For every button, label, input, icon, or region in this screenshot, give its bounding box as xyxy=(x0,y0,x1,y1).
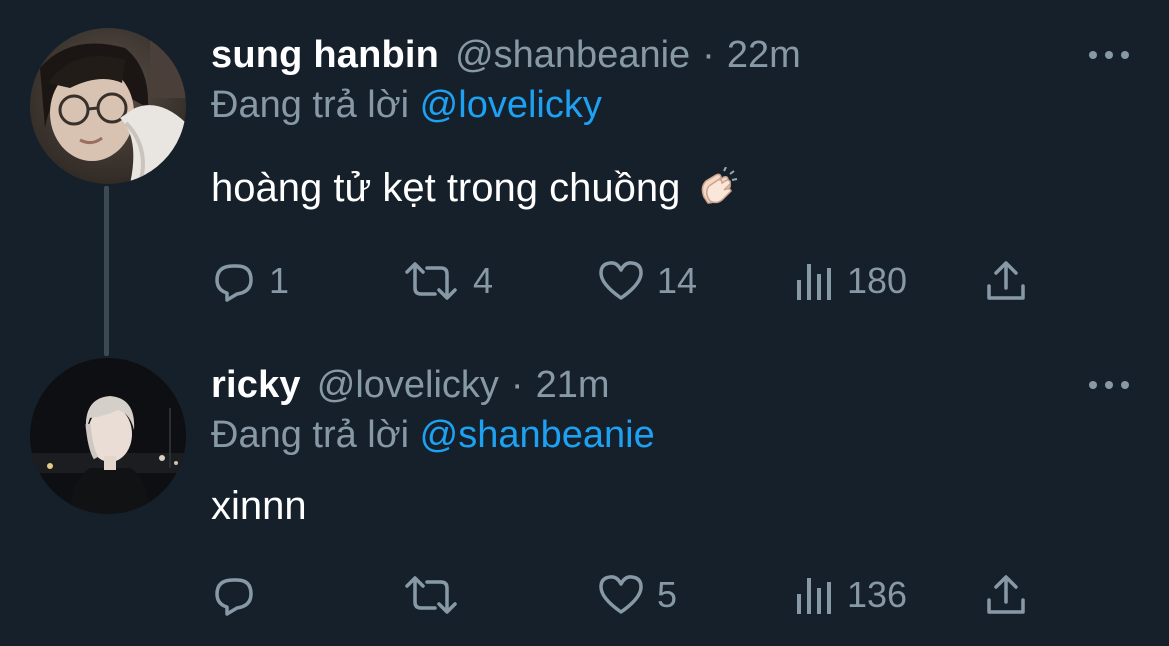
share-icon xyxy=(987,575,1025,614)
reply-button[interactable] xyxy=(211,570,269,620)
views-button[interactable]: 180 xyxy=(793,256,907,306)
separator-dot: · xyxy=(702,33,715,76)
reply-mention-link[interactable]: @shanbeanie xyxy=(420,414,655,456)
avatar[interactable] xyxy=(30,28,186,184)
views-count: 180 xyxy=(847,260,908,301)
replying-to: Đang trả lời @lovelicky xyxy=(211,84,602,127)
retweet-button[interactable]: 4 xyxy=(401,256,493,306)
speech-bubble-icon xyxy=(215,578,253,616)
share-button[interactable] xyxy=(983,256,1029,306)
reply-count: 1 xyxy=(269,260,290,301)
avatar[interactable] xyxy=(30,358,186,514)
retweet-icon xyxy=(405,262,457,300)
author-name[interactable]: sung hanbin xyxy=(211,34,439,77)
bar-chart-icon xyxy=(797,578,831,614)
tweet-text-content: hoàng tử kẹt trong chuồng xyxy=(211,166,681,210)
share-icon xyxy=(987,261,1025,300)
tweet[interactable]: ricky @lovelicky · 21m Đang trả lời @sha… xyxy=(0,330,1169,646)
replying-prefix: Đang trả lời xyxy=(211,414,410,456)
tweet[interactable]: sung hanbin @shanbeanie · 22m Đang trả l… xyxy=(0,0,1169,330)
author-handle[interactable]: @lovelicky xyxy=(317,364,499,407)
tweet-text-content: xinnn xyxy=(211,484,307,528)
reply-button[interactable]: 1 xyxy=(211,256,289,306)
tweet-text: xinnn xyxy=(211,484,307,529)
heart-icon xyxy=(599,261,643,300)
like-button[interactable]: 5 xyxy=(597,570,677,620)
tweet-header: sung hanbin @shanbeanie · 22m xyxy=(211,30,801,80)
reply-mention-link[interactable]: @lovelicky xyxy=(420,84,602,126)
retweet-count: 4 xyxy=(473,260,494,301)
replying-to: Đang trả lời @shanbeanie xyxy=(211,414,655,457)
clapping-hands-icon xyxy=(694,166,738,211)
share-button[interactable] xyxy=(983,570,1029,620)
speech-bubble-icon xyxy=(215,264,253,302)
like-count: 14 xyxy=(657,260,698,301)
retweet-icon xyxy=(405,576,457,614)
bar-chart-icon xyxy=(797,264,831,300)
replying-prefix: Đang trả lời xyxy=(211,84,410,126)
timestamp[interactable]: 21m xyxy=(536,364,610,407)
tweet-header: ricky @lovelicky · 21m xyxy=(211,360,610,410)
tweet-thread: sung hanbin @shanbeanie · 22m Đang trả l… xyxy=(0,0,1169,646)
views-count: 136 xyxy=(847,574,908,615)
views-button[interactable]: 136 xyxy=(793,570,907,620)
three-dots-icon[interactable] xyxy=(1089,374,1129,396)
separator-dot: · xyxy=(510,363,524,406)
like-button[interactable]: 14 xyxy=(597,256,697,306)
author-name[interactable]: ricky xyxy=(211,364,301,407)
tweet-text: hoàng tử kẹt trong chuồng xyxy=(211,166,738,211)
author-handle[interactable]: @shanbeanie xyxy=(455,34,690,77)
retweet-button[interactable] xyxy=(401,570,473,620)
timestamp[interactable]: 22m xyxy=(727,34,801,77)
heart-icon xyxy=(599,575,643,614)
three-dots-icon[interactable] xyxy=(1089,44,1129,66)
like-count: 5 xyxy=(657,574,678,615)
